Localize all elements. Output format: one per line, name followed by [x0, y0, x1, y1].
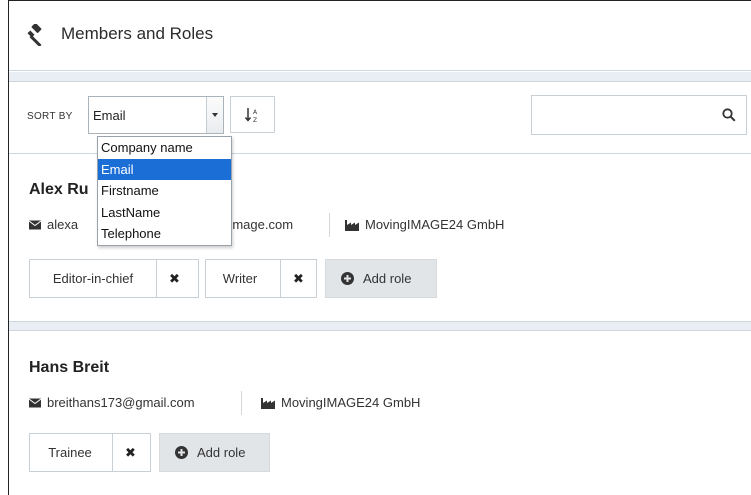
panel-header: Members and Roles — [9, 1, 751, 71]
divider — [329, 213, 330, 237]
role-chip: Editor-in-chief ✖ — [29, 259, 199, 298]
plus-circle-icon — [341, 272, 354, 285]
add-role-label: Add role — [197, 445, 246, 460]
sort-option-company-name[interactable]: Company name — [98, 137, 231, 159]
member-email[interactable]: breithans173@gmail.com — [47, 395, 195, 410]
close-icon[interactable]: ✖ — [280, 260, 316, 297]
role-chip: Writer ✖ — [205, 259, 317, 298]
chevron-down-icon[interactable] — [206, 97, 223, 133]
sort-dropdown-menu: Company name Email Firstname LastName Te… — [97, 136, 232, 246]
member-email[interactable]: alexa — [47, 217, 78, 232]
role-label: Editor-in-chief — [52, 271, 134, 286]
search-icon[interactable] — [722, 108, 736, 122]
envelope-icon — [29, 398, 41, 408]
svg-text:A: A — [253, 109, 258, 116]
role-label: Writer — [222, 271, 258, 286]
add-role-button[interactable]: Add role — [325, 259, 437, 298]
add-role-button[interactable]: Add role — [159, 433, 270, 472]
envelope-icon — [29, 220, 41, 230]
close-icon[interactable]: ✖ — [156, 260, 192, 297]
sort-option-email[interactable]: Email — [98, 158, 231, 181]
add-role-label: Add role — [363, 271, 412, 286]
sort-by-label: SORT BY — [27, 111, 73, 122]
search-input[interactable] — [531, 95, 747, 135]
sort-direction-button[interactable]: A Z — [230, 96, 275, 133]
svg-text:Z: Z — [253, 117, 257, 123]
divider — [241, 391, 242, 415]
close-icon[interactable]: ✖ — [112, 434, 148, 471]
member-card: Hans Breit breithans173@gmail.com Moving… — [9, 333, 751, 495]
sort-select[interactable]: Email — [88, 96, 224, 134]
section-divider — [9, 72, 751, 82]
factory-icon — [345, 220, 359, 231]
member-company: MovingIMAGE24 GmbH — [281, 395, 421, 410]
sort-option-lastname[interactable]: LastName — [98, 202, 231, 224]
role-chip: Trainee ✖ — [29, 433, 151, 472]
plus-circle-icon — [175, 446, 188, 459]
sort-alpha-icon: A Z — [245, 108, 258, 123]
role-label: Trainee — [48, 445, 92, 460]
member-company: MovingIMAGE24 GmbH — [365, 217, 505, 232]
page-title: Members and Roles — [61, 24, 214, 43]
member-name: Hans Breit — [29, 359, 110, 376]
gavel-icon — [27, 24, 42, 46]
member-name: Alex Ru — [29, 181, 89, 198]
sort-option-telephone[interactable]: Telephone — [98, 223, 231, 245]
sort-select-value: Email — [93, 108, 126, 123]
section-divider — [9, 321, 751, 331]
sort-option-firstname[interactable]: Firstname — [98, 180, 231, 202]
factory-icon — [261, 398, 275, 409]
members-panel: Members and Roles SORT BY Email A Z Alex… — [8, 0, 751, 495]
